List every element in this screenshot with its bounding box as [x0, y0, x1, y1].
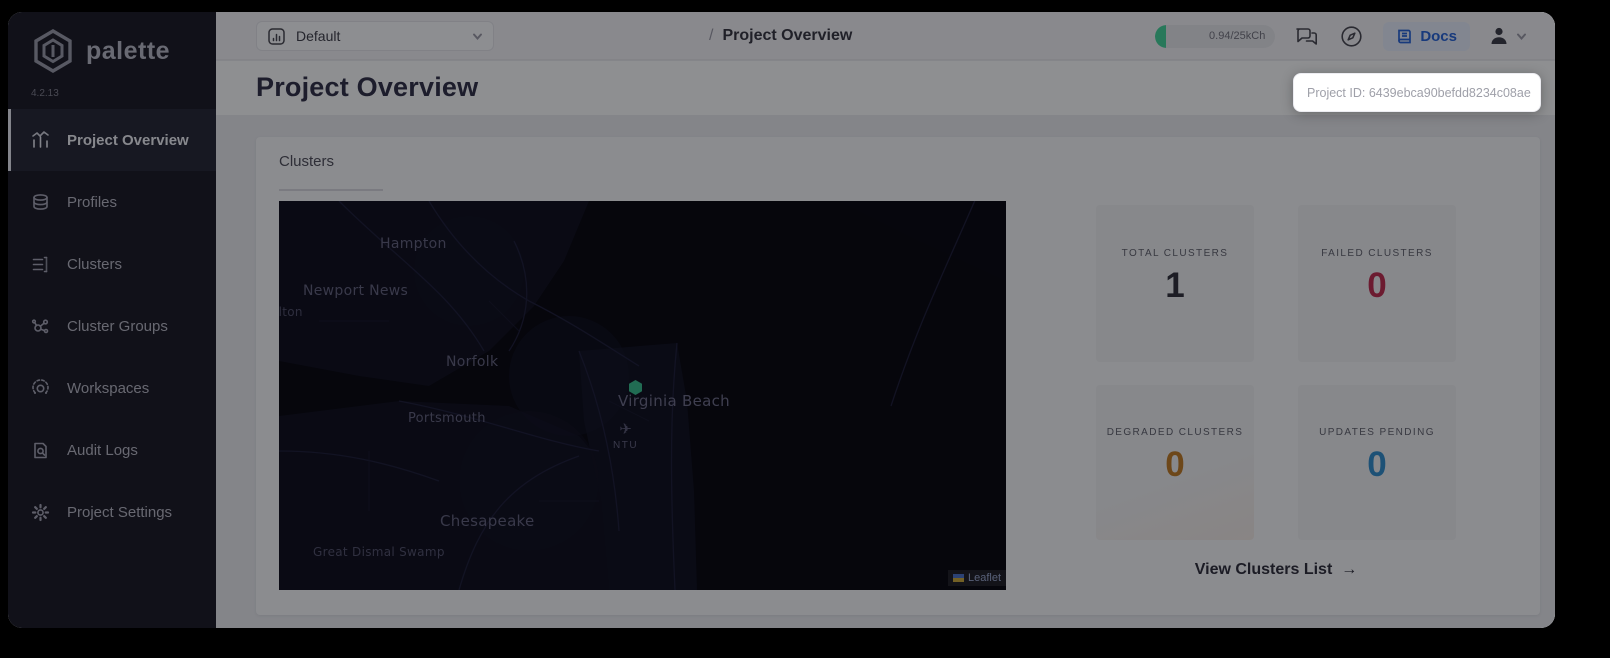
- topbar: Default / Project Overview 0.94/25kCh Do…: [216, 12, 1555, 60]
- clusters-card: Clusters Hampton Newport News lton Norfo…: [256, 137, 1540, 615]
- sidebar-item-project-settings[interactable]: Project Settings: [8, 481, 216, 543]
- main-content: Clusters Hampton Newport News lton Norfo…: [216, 115, 1555, 628]
- sidebar-item-cluster-groups[interactable]: Cluster Groups: [8, 295, 216, 357]
- clusters-card-title: Clusters: [279, 153, 335, 170]
- user-icon: [1491, 27, 1507, 44]
- sidebar-nav: Project Overview Profiles Clusters Clust…: [8, 109, 216, 543]
- project-id-tooltip: Project ID: 6439ebca90befdd8234c08ae: [1293, 73, 1541, 112]
- sidebar-item-project-overview[interactable]: Project Overview: [8, 109, 216, 171]
- sidebar-item-label: Clusters: [67, 255, 123, 273]
- docs-button[interactable]: Docs: [1383, 21, 1470, 51]
- sidebar-item-audit-logs[interactable]: Audit Logs: [8, 419, 216, 481]
- stat-label: FAILED CLUSTERS: [1321, 247, 1433, 259]
- stat-failed-clusters: FAILED CLUSTERS 0: [1298, 205, 1456, 362]
- airport-code: NTU: [613, 440, 639, 451]
- map-city-label: Chesapeake: [440, 512, 535, 530]
- palette-logo-icon: [34, 29, 72, 73]
- usage-badge-text: 0.94/25kCh: [1209, 30, 1266, 42]
- map-attribution-text: Leaflet: [967, 572, 1001, 584]
- sidebar-item-workspaces[interactable]: Workspaces: [8, 357, 216, 419]
- chat-icon[interactable]: [1293, 23, 1320, 50]
- page-title: Project Overview: [256, 72, 479, 102]
- map-attribution[interactable]: Leaflet: [947, 570, 1006, 586]
- sidebar-item-label: Audit Logs: [67, 441, 138, 459]
- book-icon: [1398, 29, 1412, 43]
- sidebar-item-label: Project Settings: [67, 503, 173, 521]
- map-city-label: Hampton: [380, 236, 447, 252]
- breadcrumb: / Project Overview: [709, 12, 852, 60]
- map-area-label: Great Dismal Swamp: [313, 545, 445, 559]
- orbit-icon: [32, 378, 49, 394]
- sidebar-item-label: Cluster Groups: [67, 317, 168, 335]
- stat-value: 1: [1165, 265, 1185, 305]
- map-city-label: Norfolk: [446, 354, 499, 370]
- chevron-down-icon: [473, 33, 482, 40]
- audit-document-icon: [34, 442, 47, 458]
- airplane-icon: ✈: [619, 421, 632, 438]
- stat-total-clusters: TOTAL CLUSTERS 1: [1096, 205, 1254, 362]
- map-city-label: Virginia Beach: [618, 392, 730, 410]
- stat-value: 0: [1367, 265, 1387, 305]
- ukraine-flag-icon: [952, 574, 964, 582]
- breadcrumb-separator: /: [709, 27, 714, 44]
- stat-label: DEGRADED CLUSTERS: [1106, 426, 1244, 438]
- stat-value: 0: [1165, 444, 1185, 484]
- stat-label: TOTAL CLUSTERS: [1121, 247, 1229, 259]
- sidebar-item-label: Project Overview: [67, 131, 189, 149]
- docs-button-label: Docs: [1420, 27, 1457, 45]
- chart-tile-icon: [268, 27, 285, 45]
- usage-badge: 0.94/25kCh: [1155, 24, 1276, 48]
- compass-icon[interactable]: [1338, 23, 1365, 50]
- sidebar-item-clusters[interactable]: Clusters: [8, 233, 216, 295]
- chevron-down-icon: [1517, 33, 1526, 40]
- map-city-label: Portsmouth: [408, 411, 486, 426]
- view-clusters-list-label: View Clusters List: [1194, 561, 1333, 578]
- user-menu[interactable]: [1488, 25, 1527, 47]
- project-selector[interactable]: Default: [256, 21, 494, 51]
- gear-icon: [31, 503, 50, 521]
- project-selector-value: Default: [296, 28, 341, 44]
- bar-chart-icon: [32, 130, 49, 148]
- clusters-map[interactable]: Hampton Newport News llton Norfolk Virgi…: [279, 201, 1006, 590]
- logo[interactable]: palette: [30, 28, 170, 74]
- map-city-label: Newport News: [303, 283, 409, 299]
- clusters-tab-underline: [279, 189, 383, 191]
- usage-progress-fill: [1155, 24, 1167, 48]
- breadcrumb-current: Project Overview: [722, 27, 853, 44]
- sidebar-item-label: Profiles: [67, 193, 118, 211]
- topbar-actions: 0.94/25kCh Docs: [1155, 12, 1527, 60]
- app-version: 4.2.13: [31, 88, 59, 99]
- sidebar: palette 4.2.13 Project Overview Profiles: [8, 12, 216, 628]
- stat-degraded-clusters: DEGRADED CLUSTERS 0: [1096, 385, 1254, 540]
- map-city-label-partial: llton: [279, 305, 303, 319]
- airport-marker: ✈ NTU: [613, 421, 639, 451]
- project-id-text: Project ID: 6439ebca90befdd8234c08ae: [1307, 85, 1531, 100]
- stat-value: 0: [1367, 444, 1387, 484]
- stat-updates-pending: UPDATES PENDING 0: [1298, 385, 1456, 540]
- arrow-right-icon: →: [1341, 561, 1358, 578]
- view-clusters-list-link[interactable]: View Clusters List →: [1096, 561, 1456, 579]
- sidebar-item-label: Workspaces: [67, 379, 150, 397]
- sidebar-item-profiles[interactable]: Profiles: [8, 171, 216, 233]
- app-name: palette: [86, 36, 171, 65]
- network-nodes-icon: [31, 318, 49, 333]
- server-list-icon: [32, 256, 48, 272]
- layers-stack-icon: [33, 193, 48, 210]
- stat-label: UPDATES PENDING: [1319, 426, 1435, 438]
